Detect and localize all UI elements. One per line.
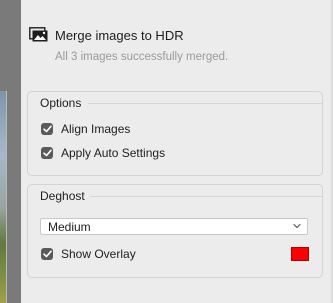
options-title-divider <box>88 103 322 104</box>
merge-status-text: All 3 images successfully merged. <box>55 51 229 63</box>
check-icon <box>42 250 52 258</box>
check-icon <box>42 125 52 133</box>
deghost-title-divider <box>90 196 322 197</box>
options-group-title: Options <box>40 96 82 110</box>
align-images-label: Align Images <box>61 122 131 136</box>
show-overlay-label: Show Overlay <box>61 247 136 261</box>
preview-edge-line <box>6 91 7 303</box>
apply-auto-settings-option[interactable]: Apply Auto Settings <box>41 145 165 161</box>
check-icon <box>42 149 52 157</box>
options-group: Options Align Images Apply Auto Settings <box>27 91 323 176</box>
canvas-preview-edge <box>0 0 21 303</box>
deghost-group-title: Deghost <box>40 189 85 203</box>
overlay-color-swatch[interactable] <box>291 247 309 261</box>
align-images-option[interactable]: Align Images <box>41 121 130 137</box>
deghost-amount-select[interactable]: Medium <box>40 218 308 235</box>
show-overlay-checkbox[interactable] <box>41 248 53 260</box>
deghost-amount-value: Medium <box>48 220 91 234</box>
show-overlay-option[interactable]: Show Overlay <box>41 246 136 262</box>
apply-auto-settings-label: Apply Auto Settings <box>61 146 166 160</box>
align-images-checkbox[interactable] <box>41 123 53 135</box>
images-icon <box>29 27 49 43</box>
apply-auto-settings-checkbox[interactable] <box>41 147 53 159</box>
deghost-group: Deghost Medium Show Overlay <box>27 184 323 278</box>
chevron-down-icon <box>293 223 301 229</box>
panel-title: Merge images to HDR <box>55 28 184 43</box>
